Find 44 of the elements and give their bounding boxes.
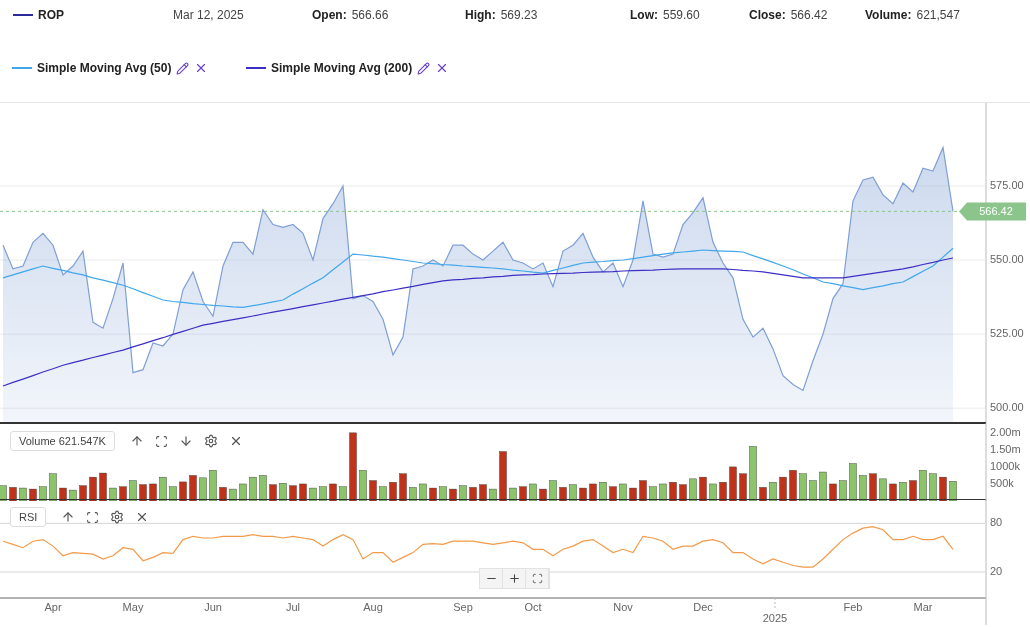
edit-icon[interactable] bbox=[417, 61, 431, 75]
stat-label: Open: bbox=[312, 8, 347, 22]
volume-panel-label: Volume 621.547K bbox=[10, 431, 115, 451]
y-axis-label: 20 bbox=[990, 564, 1003, 577]
last-price-tag: 566.42 bbox=[959, 202, 1026, 221]
indicator-name: Simple Moving Avg (200) bbox=[271, 61, 413, 75]
y-axis-label: 500k bbox=[990, 476, 1014, 489]
x-axis-label: Sep bbox=[453, 601, 473, 613]
x-axis-label: Feb bbox=[843, 601, 863, 613]
y-axis-label: 2.00m bbox=[990, 425, 1021, 438]
indicator-name: Simple Moving Avg (50) bbox=[37, 61, 172, 75]
x-axis-label: Jun bbox=[204, 601, 222, 613]
stat-label: Low: bbox=[630, 8, 658, 22]
y-axis-label: 550.00 bbox=[990, 252, 1024, 265]
y-axis-label: 500.00 bbox=[990, 401, 1024, 414]
symbol-label: ROP bbox=[38, 8, 64, 22]
edit-icon[interactable] bbox=[176, 61, 190, 75]
rsi-panel-label: RSI bbox=[10, 507, 47, 527]
stat-label: High: bbox=[465, 8, 496, 22]
stat-value: 569.23 bbox=[500, 8, 538, 22]
x-axis-label: Nov bbox=[613, 601, 633, 613]
stat-value: 566.42 bbox=[790, 8, 828, 22]
ref-line-label: 566.42 bbox=[979, 205, 1013, 218]
stat-value: 559.60 bbox=[663, 8, 700, 22]
x-axis-label: Mar bbox=[913, 601, 933, 613]
x-axis-label: Apr bbox=[44, 601, 62, 613]
stat-label: Volume: bbox=[865, 8, 912, 22]
x-axis-label: Jul bbox=[285, 601, 301, 613]
x-axis-label: Dec bbox=[693, 601, 713, 613]
x-axis-label: May bbox=[122, 601, 144, 613]
y-axis-label: 1000k bbox=[990, 459, 1020, 472]
stat-label: Close: bbox=[749, 8, 786, 22]
y-axis-label: 525.00 bbox=[990, 327, 1024, 339]
stat-value: 566.66 bbox=[351, 8, 389, 22]
year-label: 2025 bbox=[762, 612, 788, 624]
stat-value: 621,547 bbox=[916, 8, 960, 22]
y-axis-label: 1.50m bbox=[990, 442, 1021, 455]
x-axis-label: Aug bbox=[363, 601, 383, 613]
y-axis-label: 80 bbox=[990, 516, 1003, 529]
y-axis-label: 575.00 bbox=[990, 178, 1024, 191]
plus-icon bbox=[507, 572, 521, 585]
x-axis-label: Oct bbox=[524, 601, 542, 613]
date-label: Mar 12, 2025 bbox=[173, 8, 244, 22]
fit-icon bbox=[531, 573, 543, 584]
